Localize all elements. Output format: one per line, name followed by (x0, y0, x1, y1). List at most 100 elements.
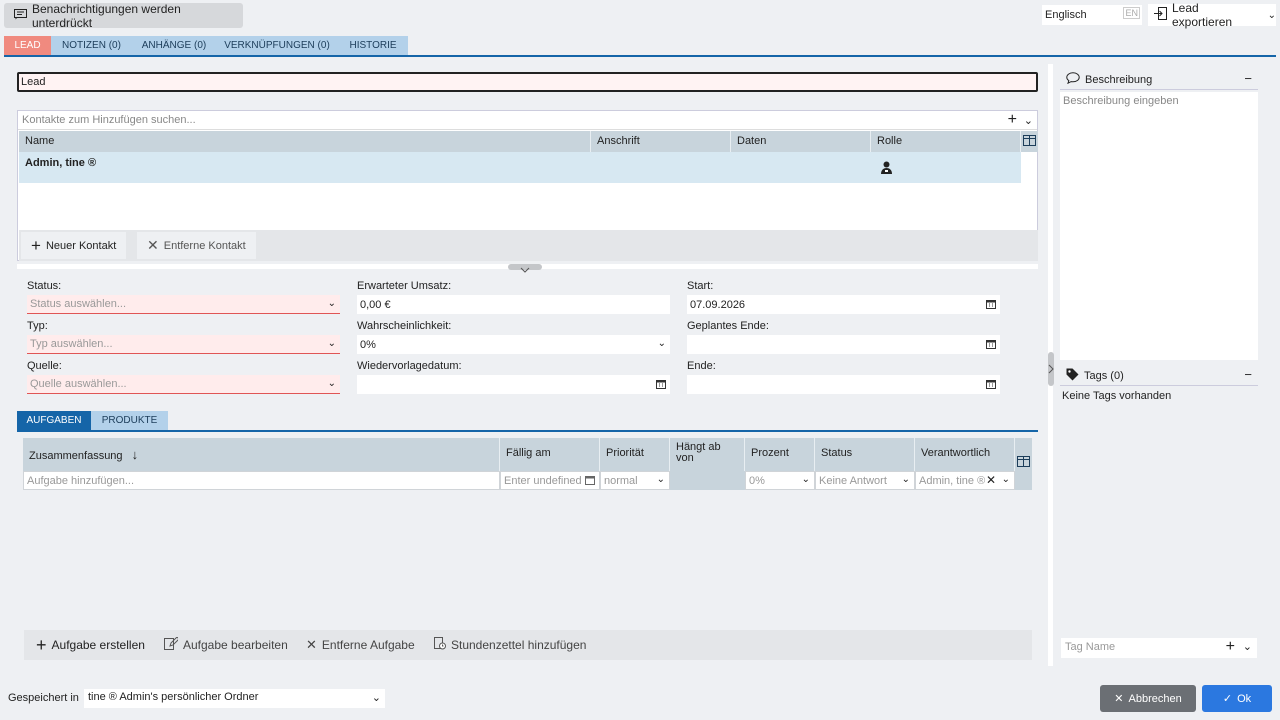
column-data[interactable]: Daten (731, 131, 871, 152)
remove-task-button[interactable]: ✕ Entferne Aufgabe (298, 632, 423, 658)
column-responsible[interactable]: Verantwortlich (915, 438, 1015, 471)
task-percent-select[interactable]: 0% ⌄ (745, 471, 815, 490)
sidebar-collapse-handle[interactable] (1048, 352, 1054, 386)
clear-icon[interactable]: ✕ (986, 473, 996, 487)
calendar-icon[interactable] (656, 379, 666, 392)
language-code: EN (1123, 7, 1140, 19)
new-task-row: Aufgabe hinzufügen... Enter undefined no… (23, 471, 1032, 490)
chevron-down-icon: ⌄ (327, 378, 336, 389)
speech-bubble-icon (1066, 72, 1080, 87)
source-select[interactable]: Quelle auswählen... ⌄ (27, 375, 340, 394)
column-chooser-icon[interactable] (1021, 131, 1038, 152)
task-priority-select[interactable]: normal ⌄ (600, 471, 670, 490)
cancel-button[interactable]: ✕ Abbrechen (1100, 685, 1196, 712)
new-task-input[interactable]: Aufgabe hinzufügen... (23, 471, 500, 490)
planned-end-date-input[interactable] (687, 335, 1000, 354)
calendar-icon[interactable] (585, 475, 595, 488)
calendar-icon[interactable] (986, 379, 996, 392)
task-percent-value: 0% (749, 475, 765, 487)
probability-label: Wahrscheinlichkeit: (357, 320, 452, 332)
status-select[interactable]: Status auswählen... ⌄ (27, 295, 340, 314)
language-value: Englisch (1045, 9, 1087, 21)
tab-tasks[interactable]: AUFGABEN (17, 411, 91, 430)
lead-title-input[interactable]: Lead (17, 72, 1038, 92)
notifications-suppressed-button[interactable]: Benachrichtigungen werden unterdrückt (4, 1, 243, 30)
status-value: Status auswählen... (30, 298, 127, 310)
tasks-grid: Zusammenfassung ↓ Fällig am Priorität Hä… (23, 438, 1032, 492)
end-date-input[interactable] (687, 375, 1000, 394)
revenue-input[interactable]: 0,00 € (357, 295, 670, 314)
check-icon: ✓ (1222, 693, 1233, 705)
tab-products[interactable]: PRODUKTE (91, 411, 168, 430)
chevron-down-icon: ⌄ (656, 474, 665, 485)
calendar-icon[interactable] (986, 299, 996, 312)
user-role-icon (881, 161, 892, 177)
contact-table-header: Name Anschrift Daten Rolle (19, 131, 1038, 152)
task-responsible-select[interactable]: Admin, tine ® ✕ ⌄ (915, 471, 1015, 490)
column-summary[interactable]: Zusammenfassung ↓ (23, 438, 500, 471)
tab-notes[interactable]: NOTIZEN (0) (51, 36, 132, 55)
table-row[interactable]: Admin, tine ® (19, 152, 1021, 183)
task-due-input[interactable]: Enter undefined (500, 471, 600, 490)
remove-contact-button[interactable]: ✕ Entferne Kontakt (137, 232, 256, 259)
container-folder-select[interactable]: tine ® Admin's persönlicher Ordner ⌄ (84, 689, 385, 708)
new-contact-button[interactable]: + Neuer Kontakt (21, 232, 127, 259)
add-timesheet-button[interactable]: Stundenzettel hinzufügen (426, 632, 594, 658)
add-tag-icon[interactable]: + (1226, 638, 1235, 656)
export-lead-button[interactable]: Lead exportieren ⌄ (1148, 1, 1276, 29)
calendar-icon[interactable] (986, 339, 996, 352)
planned-end-label: Geplantes Ende: (687, 320, 769, 332)
tab-history[interactable]: HISTORIE (338, 36, 408, 55)
column-depends-on[interactable]: Hängt ab von (670, 438, 745, 471)
collapse-icon[interactable]: − (1244, 71, 1252, 86)
type-select[interactable]: Typ auswählen... ⌄ (27, 335, 340, 354)
splitter-handle[interactable] (508, 264, 542, 273)
chevron-down-icon[interactable]: ⌄ (1024, 114, 1033, 127)
column-address[interactable]: Anschrift (591, 131, 731, 152)
description-title: Beschreibung (1085, 73, 1153, 86)
column-role[interactable]: Rolle (871, 131, 1021, 152)
close-icon: ✕ (306, 637, 317, 652)
tag-icon (1066, 368, 1079, 384)
message-icon (14, 8, 27, 23)
tab-relations[interactable]: VERKNÜPFUNGEN (0) (216, 36, 338, 55)
description-textarea[interactable]: Beschreibung eingeben (1060, 92, 1258, 360)
edit-task-button[interactable]: Aufgabe bearbeiten (156, 632, 296, 658)
ok-button[interactable]: ✓ Ok (1202, 685, 1272, 712)
chevron-down-icon[interactable]: ⌄ (1243, 640, 1252, 653)
tags-title: Tags (0) (1084, 369, 1124, 382)
start-date-input[interactable]: 07.09.2026 (687, 295, 1000, 314)
add-contact-icon[interactable]: + (1008, 112, 1017, 128)
plus-icon: + (36, 635, 47, 655)
column-name[interactable]: Name (19, 131, 591, 152)
tasks-table-header: Zusammenfassung ↓ Fällig am Priorität Hä… (23, 438, 1015, 471)
column-priority[interactable]: Priorität (600, 438, 670, 471)
tags-header: Tags (0) − (1060, 366, 1258, 386)
folder-value: tine ® Admin's persönlicher Ordner (88, 691, 259, 703)
tag-name-input[interactable]: Tag Name + ⌄ (1061, 638, 1257, 658)
collapse-icon[interactable]: − (1244, 367, 1252, 382)
sort-desc-icon: ↓ (131, 447, 139, 462)
tags-empty-text: Keine Tags vorhanden (1062, 390, 1172, 402)
tab-lead[interactable]: LEAD (4, 36, 51, 55)
start-value: 07.09.2026 (690, 298, 746, 311)
column-due[interactable]: Fällig am (500, 438, 600, 471)
task-due-value: Enter undefined (504, 475, 582, 487)
export-icon (1154, 7, 1168, 23)
column-status[interactable]: Status (815, 438, 915, 471)
probability-select[interactable]: 0% ⌄ (357, 335, 670, 354)
notifications-label: Benachrichtigungen werden unterdrückt (32, 1, 181, 30)
column-percent[interactable]: Prozent (745, 438, 815, 471)
task-status-select[interactable]: Keine Antwort ⌄ (815, 471, 915, 490)
contacts-panel: Kontakte zum Hinzufügen suchen... + ⌄ Na… (17, 110, 1038, 261)
remove-task-label: Entferne Aufgabe (321, 638, 415, 652)
new-contact-label: Neuer Kontakt (45, 239, 117, 252)
resubmission-date-input[interactable] (357, 375, 670, 394)
contact-search-input[interactable]: Kontakte zum Hinzufügen suchen... (18, 111, 1037, 130)
tab-attachments[interactable]: ANHÄNGE (0) (132, 36, 216, 55)
chevron-down-icon: ⌄ (327, 298, 336, 309)
language-select[interactable]: Englisch EN (1042, 5, 1142, 25)
create-task-button[interactable]: + Aufgabe erstellen (28, 632, 153, 658)
remove-contact-label: Entferne Kontakt (163, 239, 246, 252)
create-task-label: Aufgabe erstellen (51, 638, 145, 652)
